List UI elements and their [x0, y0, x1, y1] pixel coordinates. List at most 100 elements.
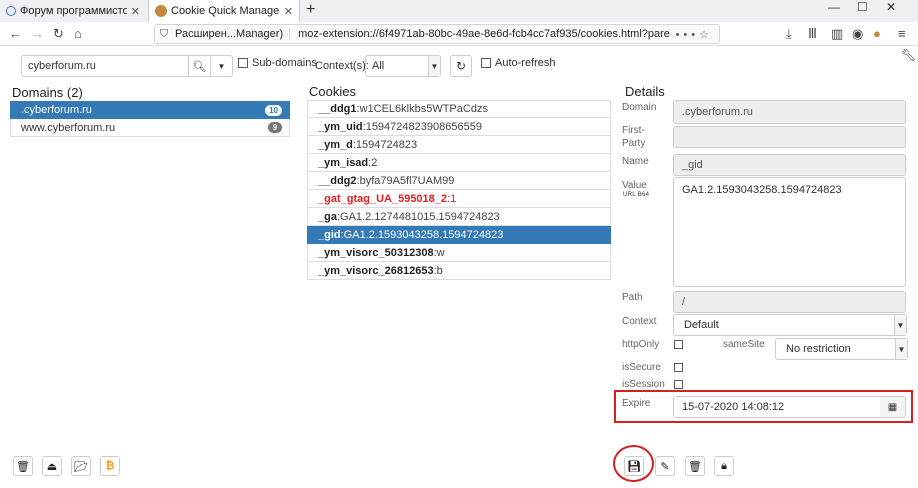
protect-button[interactable]: 🔒︎ [714, 456, 734, 476]
tab-cookie-quick-manager[interactable]: Cookie Quick Manager ✕ [148, 0, 300, 22]
folder-open-icon: 📂︎ [74, 460, 88, 473]
forward-icon[interactable]: → [31, 26, 44, 41]
autorefresh-option: Auto-refresh [481, 57, 556, 69]
list-item[interactable]: _ym_uid:1594724823908656559 [307, 118, 611, 136]
search-icon[interactable]: 🔍︎ [189, 55, 211, 77]
save-icon: 💾︎ [627, 460, 641, 473]
issecure-checkbox[interactable] [674, 363, 683, 372]
chevron-down-icon: ▼ [894, 315, 906, 335]
account-icon[interactable]: ◉ [852, 26, 863, 42]
menu-icon[interactable]: ≡ [898, 26, 906, 41]
tab-title: Cookie Quick Manager [171, 5, 280, 17]
maximize-icon[interactable]: ☐ [857, 0, 868, 14]
lock-icon: 🔒︎ [721, 459, 727, 472]
edit-button[interactable]: ✎ [655, 456, 675, 476]
list-item[interactable]: _ym_d:1594724823 [307, 136, 611, 154]
pencil-icon: ✎ [660, 460, 670, 473]
close-icon[interactable]: ✕ [284, 5, 293, 18]
name-field[interactable]: _gid [673, 154, 906, 176]
reload-icon[interactable]: ↻ [53, 26, 64, 42]
close-window-icon[interactable]: ✕ [886, 0, 896, 14]
path-label: Path [622, 292, 643, 303]
domain-field[interactable]: .cyberforum.ru [673, 100, 906, 124]
refresh-icon: ↻ [455, 59, 467, 73]
plus-icon[interactable]: + [306, 1, 315, 19]
count-badge: 9 [268, 122, 282, 133]
save-button[interactable]: 💾︎ [624, 456, 644, 476]
context-select[interactable]: All ▼ [365, 55, 441, 77]
tab-forum[interactable]: Форум программистов и сис ✕ [0, 0, 146, 22]
cookie-value: :w1CEL6klkbs5WTPaCdzs [356, 103, 488, 115]
list-item[interactable]: _gid:GA1.2.1593043258.1594724823 [307, 226, 611, 244]
samesite-label: sameSite [723, 339, 765, 350]
first-party-field[interactable] [673, 126, 906, 148]
calendar-button[interactable]: ▦ [880, 396, 906, 418]
tab-title: Форум программистов и сис [20, 5, 127, 17]
cookie-name: _gid [318, 228, 341, 241]
cookie-extension-icon[interactable]: ● [873, 26, 881, 41]
autorefresh-label: Auto-refresh [495, 57, 556, 69]
expire-label: Expire [622, 398, 651, 409]
cookie-value: :b [433, 264, 443, 277]
expire-field[interactable]: 15-07-2020 14:08:12 [673, 396, 881, 418]
list-item[interactable]: _ym_visorc_50312308:w [307, 244, 611, 262]
list-item[interactable]: _ym_isad:2 [307, 154, 611, 172]
wrench-icon[interactable]: 🔧︎ [901, 48, 916, 62]
import-button[interactable]: 📂︎ [71, 456, 91, 476]
list-item[interactable]: .cyberforum.ru 10 [10, 101, 290, 119]
minimize-icon[interactable]: — [828, 0, 840, 14]
subdomains-checkbox[interactable] [238, 58, 248, 68]
page-actions-icon[interactable]: •••☆ [670, 28, 719, 41]
cookie-icon [155, 5, 167, 17]
back-icon[interactable]: ← [9, 26, 22, 41]
library-icon[interactable]: Ⅲ [808, 26, 817, 42]
cookie-value: :w [433, 246, 445, 259]
browser-tab-bar: Форум программистов и сис ✕ Cookie Quick… [0, 0, 918, 22]
samesite-select[interactable]: No restriction ▼ [775, 338, 908, 360]
trash-icon: 🗑︎ [16, 460, 30, 473]
browser-nav-bar: ← → ↻ ⌂ ⛉ Расширен...Manager) moz-extens… [0, 22, 918, 46]
context-label: Context(s): [315, 60, 369, 72]
upload-icon: ⏏ [46, 460, 58, 473]
context-select[interactable]: Default ▼ [673, 314, 907, 336]
issecure-label: isSecure [622, 362, 661, 373]
export-button[interactable]: ⏏ [42, 456, 62, 476]
list-item[interactable]: _ym_visorc_26812653:b [307, 262, 611, 280]
list-item[interactable]: _gat_gtag_UA_595018_2:1 [307, 190, 611, 208]
address-bar[interactable]: ⛉ Расширен...Manager) moz-extension://6f… [154, 24, 720, 44]
delete-button[interactable]: 🗑︎ [685, 456, 705, 476]
httponly-checkbox[interactable] [674, 340, 683, 349]
cookie-value: :2 [368, 156, 378, 169]
list-item[interactable]: __ddg2:byfa79A5fl7UAM99 [307, 172, 611, 190]
cookie-name: _ym_visorc_50312308 [318, 246, 434, 259]
url-text[interactable]: moz-extension://6f4971ab-80bc-49ae-8e6d-… [290, 28, 669, 40]
download-icon[interactable]: ⤓ [786, 26, 792, 42]
name-label: Name [622, 156, 649, 167]
list-item[interactable]: __ddg1:w1CEL6klkbs5WTPaCdzs [307, 100, 611, 118]
chevron-down-icon[interactable]: ▼ [211, 55, 233, 77]
site-favicon [6, 6, 16, 16]
calendar-icon: ▦ [887, 401, 898, 413]
cookie-value: :1594724823908656559 [362, 120, 482, 133]
domain-name: .cyberforum.ru [21, 104, 92, 116]
bitcoin-button[interactable]: ₿ [100, 456, 120, 476]
context-value: Default [684, 319, 719, 331]
cookies-title: Cookies [309, 84, 356, 99]
autorefresh-checkbox[interactable] [481, 58, 491, 68]
close-icon[interactable]: ✕ [131, 5, 140, 18]
count-badge: 10 [265, 104, 282, 116]
encoding-options[interactable]: URL B64 [623, 192, 649, 198]
value-textarea[interactable]: GA1.2.1593043258.1594724823 [673, 177, 906, 287]
issession-checkbox[interactable] [674, 380, 683, 389]
cookie-value: :1 [447, 192, 457, 205]
path-field[interactable]: / [673, 291, 906, 313]
delete-all-button[interactable]: 🗑︎ [13, 456, 33, 476]
domain-label: Domain [622, 102, 657, 113]
list-item[interactable]: _ga:GA1.2.1274481015.1594724823 [307, 208, 611, 226]
home-icon[interactable]: ⌂ [74, 26, 82, 41]
cookie-name: __ddg2 [318, 174, 357, 187]
refresh-button[interactable]: ↻ [450, 55, 472, 77]
sidebar-icon[interactable]: ▥ [831, 26, 843, 42]
search-input[interactable] [21, 55, 189, 77]
list-item[interactable]: www.cyberforum.ru 9 [10, 119, 290, 137]
